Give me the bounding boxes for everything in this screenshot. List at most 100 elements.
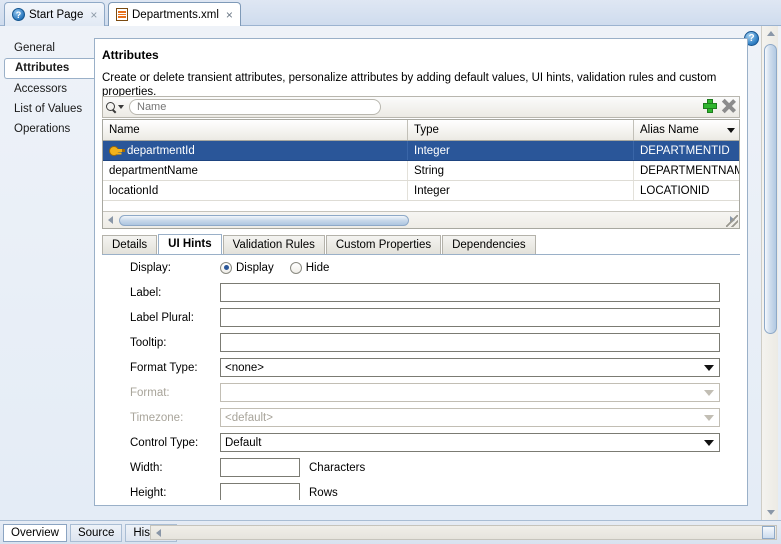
table-horizontal-scrollbar[interactable] [103,211,739,228]
sidebar-item-accessors[interactable]: Accessors [4,79,94,99]
cell-text: departmentId [127,144,195,157]
jdeveloper-editor-window: ? Start Page × Departments.xml × ? Gener… [0,0,781,544]
column-header-name[interactable]: Name [103,120,408,140]
format-type-label: Format Type: [130,361,198,374]
radio-label: Display [236,261,274,274]
cell-type: Integer [408,141,634,160]
table-row[interactable]: departmentName String DEPARTMENTNAME [103,161,739,181]
tab-custom-properties[interactable]: Custom Properties [325,235,442,254]
form-row-format: Format: [102,380,740,405]
scroll-left-arrow-icon[interactable] [151,525,165,540]
width-label: Width: [130,461,163,474]
format-select [220,383,720,402]
form-row-height: Height: Rows [102,480,740,500]
table-row[interactable]: locationId Integer LOCATIONID [103,181,739,201]
sidebar-item-label: General [14,42,55,54]
help-icon: ? [12,8,25,21]
label-label: Label: [130,286,162,299]
column-header-type[interactable]: Type [408,120,634,140]
control-type-select[interactable]: Default [220,433,720,452]
label-field[interactable] [220,283,720,302]
scrollbar-thumb[interactable] [762,526,775,539]
scrollbar-thumb[interactable] [764,44,777,334]
sidebar-item-attributes[interactable]: Attributes [4,58,94,79]
chevron-down-icon[interactable] [727,127,735,133]
scrollbar-track[interactable] [117,213,725,228]
radio-label: Hide [305,261,330,274]
control-type-label: Control Type: [130,436,199,449]
radio-hide[interactable]: Hide [289,261,330,274]
format-type-select[interactable]: <none> [220,358,720,377]
page-description: Create or delete transient attributes, p… [102,72,717,98]
cell-text: departmentName [109,164,198,177]
editor-tab-strip: ? Start Page × Departments.xml × [0,0,781,26]
page-title: Attributes [102,48,159,62]
attributes-table: Name Type Alias Name departmentId Intege… [102,119,740,229]
editor-tab-label: Start Page [29,8,84,21]
label-plural-label: Label Plural: [130,311,194,324]
sidebar-item-label: Accessors [14,83,68,95]
editor-tab-departments-xml[interactable]: Departments.xml × [108,2,241,26]
editor-vertical-scrollbar[interactable] [761,26,778,520]
display-label: Display: [130,261,171,274]
form-row-tooltip: Tooltip: [102,330,740,355]
chevron-down-icon [704,439,714,446]
search-input[interactable] [129,99,381,115]
display-radio-group: Display Hide [220,261,330,274]
form-row-width: Width: Characters [102,455,740,480]
form-row-control-type: Control Type: Default [102,430,740,455]
primary-key-icon [109,146,122,156]
attributes-panel: Attributes Create or delete transient at… [94,38,748,506]
table-header-row: Name Type Alias Name [103,120,739,141]
cell-alias: LOCATIONID [640,185,710,197]
radio-display[interactable]: Display [220,261,274,274]
height-label: Height: [130,486,167,499]
sidebar-item-list-of-values[interactable]: List of Values [4,99,94,119]
scrollbar-thumb[interactable] [119,214,409,226]
sidebar-item-operations[interactable]: Operations [4,119,94,139]
timezone-value: <default> [225,411,273,424]
close-icon[interactable]: × [89,9,98,21]
tab-overview[interactable]: Overview [3,523,67,542]
tab-details[interactable]: Details [102,235,158,254]
close-icon[interactable]: × [225,9,234,21]
width-field[interactable] [220,458,300,477]
tab-dependencies[interactable]: Dependencies [442,235,536,254]
label-plural-field[interactable] [220,308,720,327]
radio-icon [220,261,232,274]
ui-hints-form: Display: Display Hide Label: Label Plura… [102,255,740,500]
resize-grip-icon[interactable] [726,215,738,227]
cell-text: locationId [109,184,159,197]
search-icon[interactable] [106,101,124,113]
detail-tab-strip: Details UI Hints Validation Rules Custom… [102,234,740,255]
cell-type: String [408,161,634,180]
scroll-down-arrow-icon[interactable] [762,505,779,520]
height-field[interactable] [220,483,300,500]
tooltip-label: Tooltip: [130,336,167,349]
tooltip-field[interactable] [220,333,720,352]
scroll-left-arrow-icon[interactable] [103,213,117,228]
sidebar-item-label: Attributes [15,62,70,74]
editor-body: ? General Attributes Accessors List of V… [0,26,781,520]
column-header-alias-name[interactable]: Alias Name [634,120,739,140]
cell-name: departmentName [103,161,408,180]
xml-file-icon [116,8,128,21]
sidebar-item-label: List of Values [14,103,83,115]
tab-validation-rules[interactable]: Validation Rules [222,235,325,254]
tab-ui-hints[interactable]: UI Hints [158,234,222,254]
form-row-label-plural: Label Plural: [102,305,740,330]
sidebar-item-label: Operations [14,123,71,135]
format-label: Format: [130,386,170,399]
table-row[interactable]: departmentId Integer DEPARTMENTID [103,141,739,161]
height-unit-label: Rows [309,486,338,499]
delete-attribute-button[interactable] [721,99,735,113]
cell-name: locationId [103,181,408,200]
add-attribute-button[interactable] [703,99,717,113]
toolbar-actions [703,99,735,113]
tab-source[interactable]: Source [69,523,123,542]
format-type-value: <none> [225,361,265,374]
scroll-up-arrow-icon[interactable] [762,26,779,41]
editor-tab-start-page[interactable]: ? Start Page × [4,2,106,26]
bottom-horizontal-scrollbar[interactable] [150,525,777,540]
sidebar-item-general[interactable]: General [4,38,94,58]
